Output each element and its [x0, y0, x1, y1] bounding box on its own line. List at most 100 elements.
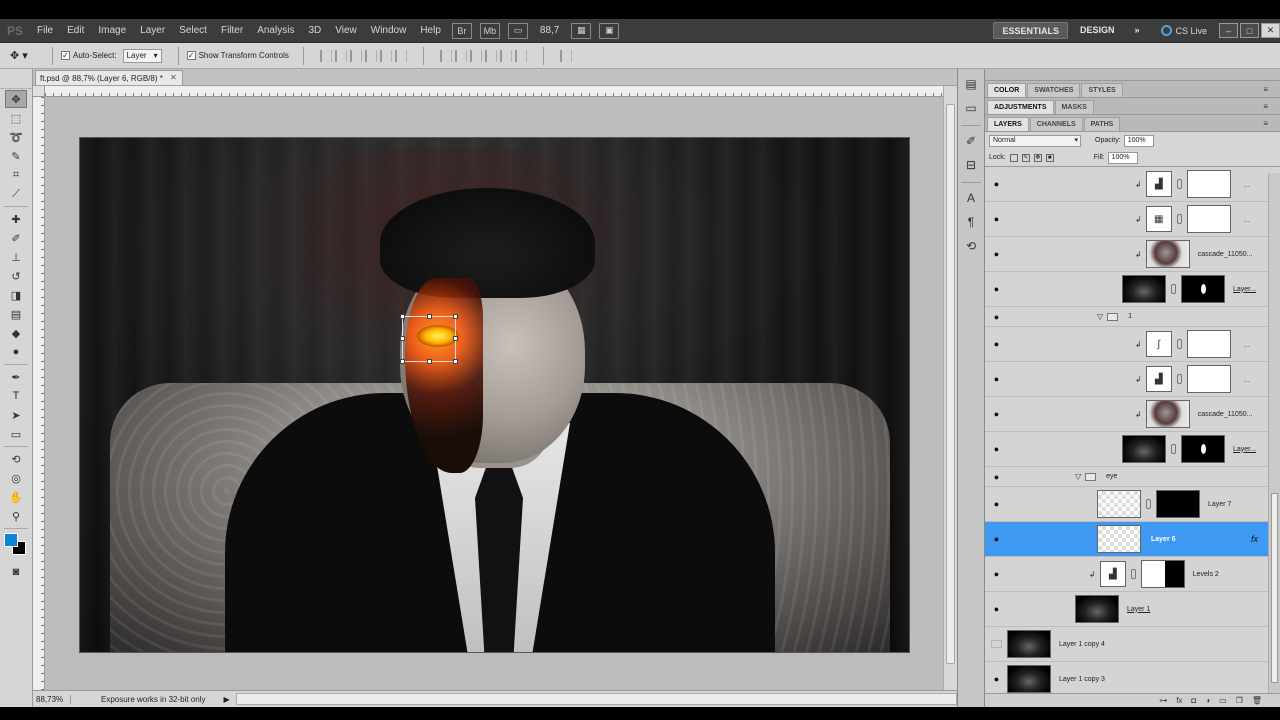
layer-mask-thumbnail[interactable]: [1140, 560, 1185, 588]
launch-bridge-icon[interactable]: Br: [451, 22, 472, 39]
layer-row[interactable]: ● Layer 7: [985, 487, 1280, 522]
tab-masks[interactable]: MASKS: [1054, 100, 1094, 114]
lock-transparency-icon[interactable]: [1009, 153, 1018, 162]
fill-field[interactable]: 100%: [1107, 151, 1138, 164]
link-chain-icon[interactable]: [1176, 374, 1182, 384]
transform-handle[interactable]: [453, 359, 458, 364]
transform-handle[interactable]: [400, 336, 405, 341]
tab-paths[interactable]: PATHS: [1083, 117, 1121, 131]
eraser-tool-icon[interactable]: ◨: [5, 286, 27, 304]
eye-icon[interactable]: ●: [991, 500, 1002, 509]
group-name[interactable]: eye: [1106, 473, 1117, 480]
maximize-button[interactable]: □: [1240, 23, 1259, 38]
layer-name[interactable]: Layer 6: [1151, 536, 1176, 543]
eye-icon[interactable]: ●: [991, 375, 1002, 384]
menu-3d[interactable]: 3D: [301, 19, 328, 43]
layer-row[interactable]: ● ↲ cascade_11050...: [985, 397, 1280, 432]
panel-menu-icon[interactable]: ≡: [1263, 119, 1268, 128]
clone-stamp-tool-icon[interactable]: ⊥: [5, 248, 27, 266]
panel-menu-icon[interactable]: ≡: [1263, 85, 1268, 94]
menu-layer[interactable]: Layer: [133, 19, 172, 43]
layer-name[interactable]: Layer...: [1233, 286, 1256, 293]
eye-icon[interactable]: ●: [991, 675, 1002, 684]
layer-row[interactable]: ● ↲ ▟ Levels 2: [985, 557, 1280, 592]
quick-mask-icon[interactable]: ◙: [5, 563, 27, 581]
layer-mask-thumbnail[interactable]: [1186, 170, 1231, 198]
layer-row[interactable]: ● Layer...: [985, 432, 1280, 467]
tab-styles[interactable]: STYLES: [1081, 83, 1123, 97]
eye-icon[interactable]: ●: [991, 215, 1002, 224]
dodge-tool-icon[interactable]: ●: [5, 343, 27, 361]
layer-mask-thumbnail[interactable]: [1186, 365, 1231, 393]
tab-swatches[interactable]: SWATCHES: [1027, 83, 1081, 97]
layer-row[interactable]: ● ↲ ∫ ...: [985, 327, 1280, 362]
distribute-left-icon[interactable]: [484, 49, 497, 62]
link-chain-icon[interactable]: [1171, 284, 1176, 294]
eye-icon[interactable]: ●: [991, 340, 1002, 349]
layer-thumbnail[interactable]: [1075, 595, 1119, 623]
3d-rotate-tool-icon[interactable]: ⟲: [5, 450, 27, 468]
screen-mode-icon[interactable]: ▣: [599, 22, 620, 39]
eye-icon[interactable]: ●: [991, 180, 1002, 189]
layer-name[interactable]: Layer 1 copy 4: [1059, 641, 1105, 648]
auto-align-button[interactable]: [559, 49, 572, 62]
opacity-field[interactable]: 100%: [1123, 134, 1154, 147]
layer-mask-thumbnail[interactable]: [1156, 490, 1200, 518]
distribute-bottom-icon[interactable]: [469, 49, 482, 62]
document-tab[interactable]: ft.psd @ 88,7% (Layer 6, RGB/8) * ✕: [35, 70, 183, 85]
align-top-icon[interactable]: [319, 49, 332, 62]
link-chain-icon[interactable]: [1176, 179, 1182, 189]
eye-icon[interactable]: ●: [991, 445, 1002, 454]
cs-live-button[interactable]: CS Live: [1161, 25, 1207, 36]
eye-icon[interactable]: ●: [991, 285, 1002, 294]
align-bottom-icon[interactable]: [349, 49, 362, 62]
layer-row[interactable]: ● Layer 1: [985, 592, 1280, 627]
close-tab-icon[interactable]: ✕: [169, 73, 178, 83]
workspace-essentials-button[interactable]: ESSENTIALS: [993, 22, 1068, 39]
paragraph-panel-icon[interactable]: ¶: [961, 213, 981, 231]
menu-help[interactable]: Help: [413, 19, 448, 43]
zoom-level-display[interactable]: 88,7: [540, 25, 559, 36]
layer-mask-thumbnail[interactable]: [1186, 205, 1231, 233]
menu-analysis[interactable]: Analysis: [250, 19, 301, 43]
close-button[interactable]: ✕: [1261, 23, 1280, 38]
add-mask-icon[interactable]: ◘: [1191, 696, 1196, 705]
add-layer-style-icon[interactable]: fx: [1176, 696, 1182, 705]
menu-window[interactable]: Window: [364, 19, 414, 43]
layer-thumbnail[interactable]: [1007, 665, 1051, 693]
document-canvas[interactable]: [80, 138, 909, 652]
menu-view[interactable]: View: [328, 19, 364, 43]
layer-thumbnail[interactable]: [1007, 630, 1051, 658]
layer-thumbnail[interactable]: [1122, 275, 1166, 303]
actions-panel-icon[interactable]: ▭: [961, 99, 981, 117]
distribute-top-icon[interactable]: [439, 49, 452, 62]
transform-handle[interactable]: [400, 314, 405, 319]
brush-tool-icon[interactable]: ✐: [5, 229, 27, 247]
brush-panel-icon[interactable]: ✐: [961, 132, 981, 150]
layer-thumbnail[interactable]: [1122, 435, 1166, 463]
auto-select-dropdown[interactable]: Layer: [122, 48, 162, 63]
layer-group-row[interactable]: ● ▽ 1: [985, 307, 1280, 327]
tab-adjustments[interactable]: ADJUSTMENTS: [987, 100, 1054, 114]
distribute-center-icon[interactable]: [454, 49, 467, 62]
layer-thumbnail[interactable]: [1145, 400, 1190, 428]
blend-mode-dropdown[interactable]: Normal: [989, 134, 1081, 147]
delete-layer-icon[interactable]: 🗑: [1252, 696, 1262, 705]
scrollbar-thumb[interactable]: [946, 104, 955, 664]
group-expand-triangle-icon[interactable]: ▽: [1097, 312, 1103, 321]
layer-name[interactable]: Levels 2: [1193, 571, 1219, 578]
link-chain-icon[interactable]: [1146, 499, 1151, 509]
ruler-origin[interactable]: [33, 86, 45, 97]
auto-select-checkbox[interactable]: ✓ Auto-Select:: [61, 51, 117, 60]
eye-icon[interactable]: ●: [991, 250, 1002, 259]
color-swatches[interactable]: [4, 533, 28, 559]
eyedropper-tool-icon[interactable]: ⟋: [5, 185, 27, 203]
canvas-vertical-scrollbar[interactable]: [943, 86, 957, 690]
eye-icon[interactable]: ●: [991, 570, 1002, 579]
layer-mask-thumbnail[interactable]: [1186, 330, 1231, 358]
transform-handle[interactable]: [453, 314, 458, 319]
layer-thumbnail[interactable]: [1145, 240, 1190, 268]
shape-tool-icon[interactable]: ▭: [5, 425, 27, 443]
character-panel-icon[interactable]: A: [961, 189, 981, 207]
scrollbar-thumb[interactable]: [1271, 493, 1278, 683]
